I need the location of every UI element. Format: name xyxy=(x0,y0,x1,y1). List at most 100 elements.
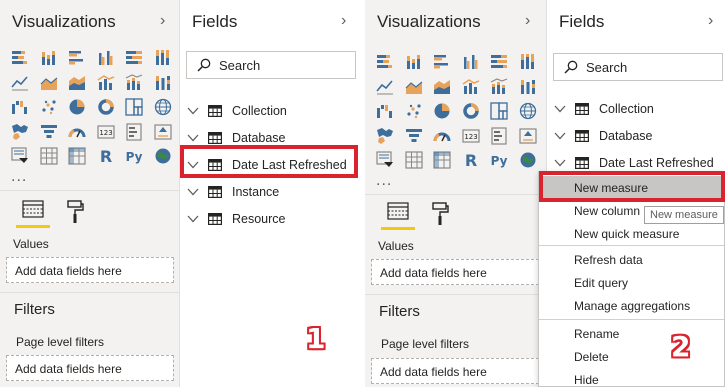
clustered-bar-chart-icon[interactable] xyxy=(432,52,452,72)
100-stacked-column-chart-icon[interactable] xyxy=(153,48,173,68)
donut-chart-icon[interactable] xyxy=(96,97,116,117)
table-visual-icon[interactable] xyxy=(39,146,59,166)
scatter-chart-icon[interactable] xyxy=(404,101,424,121)
ribbon-chart-icon[interactable] xyxy=(518,77,538,97)
line-and-stacked-column-chart-icon[interactable] xyxy=(489,77,509,97)
table-row[interactable]: Database xyxy=(553,122,725,149)
stacked-bar-chart-icon[interactable] xyxy=(10,48,30,68)
pie-chart-icon[interactable] xyxy=(67,97,87,117)
values-label: Values xyxy=(13,237,49,251)
multi-row-card-icon[interactable] xyxy=(489,126,509,146)
clustered-column-chart-icon[interactable] xyxy=(96,48,116,68)
stacked-bar-chart-icon[interactable] xyxy=(375,52,395,72)
clustered-bar-chart-icon[interactable] xyxy=(67,48,87,68)
context-menu-item-hide[interactable]: Hide xyxy=(539,368,724,387)
expand-toggle[interactable] xyxy=(553,105,567,113)
search-input[interactable]: Search xyxy=(186,51,356,79)
card-icon[interactable]: 123 xyxy=(96,122,116,142)
collapse-chevron-icon[interactable]: › xyxy=(525,12,530,30)
funnel-icon[interactable] xyxy=(39,122,59,142)
search-placeholder: Search xyxy=(586,59,628,75)
table-row[interactable]: Collection xyxy=(553,95,725,122)
python-visual-icon[interactable]: Py xyxy=(489,150,509,170)
collapse-chevron-icon[interactable]: › xyxy=(341,12,346,30)
search-input[interactable]: Search xyxy=(553,53,723,81)
stacked-column-chart-icon[interactable] xyxy=(404,52,424,72)
fields-tab[interactable] xyxy=(16,200,50,228)
expand-toggle[interactable] xyxy=(186,107,200,115)
table-row[interactable]: Instance xyxy=(186,178,358,205)
ribbon-chart-icon[interactable] xyxy=(153,73,173,93)
line-and-stacked-column-chart-icon[interactable] xyxy=(124,73,144,93)
fields-tab[interactable] xyxy=(381,202,415,230)
context-menu-item-delete[interactable]: Delete xyxy=(539,345,724,368)
line-chart-icon[interactable] xyxy=(10,73,30,93)
expand-toggle[interactable] xyxy=(553,159,567,167)
slicer-icon[interactable] xyxy=(10,146,30,166)
more-visuals-button[interactable]: ... xyxy=(376,172,392,190)
table-row[interactable]: Collection xyxy=(186,97,358,124)
values-drop-zone[interactable]: Add data fields here xyxy=(6,257,174,283)
treemap-icon[interactable] xyxy=(489,101,509,121)
table-visual-icon[interactable] xyxy=(404,150,424,170)
arcgis-map-icon[interactable] xyxy=(518,150,538,170)
page-filters-drop-zone[interactable]: Add data fields here xyxy=(6,355,174,381)
pie-chart-icon[interactable] xyxy=(432,101,452,121)
values-drop-zone[interactable]: Add data fields here xyxy=(371,259,539,285)
format-tab[interactable] xyxy=(62,200,88,226)
gauge-icon[interactable] xyxy=(432,126,452,146)
r-script-visual-icon[interactable]: R xyxy=(96,146,116,166)
area-chart-icon[interactable] xyxy=(404,77,424,97)
context-menu-item-manage-aggregations[interactable]: Manage aggregations xyxy=(539,294,724,317)
100-stacked-bar-chart-icon[interactable] xyxy=(124,48,144,68)
step-number: 1 xyxy=(306,322,326,355)
stacked-area-chart-icon[interactable] xyxy=(432,77,452,97)
treemap-icon[interactable] xyxy=(124,97,144,117)
expand-toggle[interactable] xyxy=(553,132,567,140)
arcgis-map-icon[interactable] xyxy=(153,146,173,166)
funnel-icon[interactable] xyxy=(404,126,424,146)
100-stacked-column-chart-icon[interactable] xyxy=(518,52,538,72)
kpi-icon[interactable] xyxy=(153,122,173,142)
expand-toggle[interactable] xyxy=(186,188,200,196)
kpi-icon[interactable] xyxy=(518,126,538,146)
context-menu-item-new-quick-measure[interactable]: New quick measure xyxy=(539,222,724,245)
line-and-column-chart-icon[interactable] xyxy=(461,77,481,97)
stacked-area-chart-icon[interactable] xyxy=(67,73,87,93)
context-menu-item-rename[interactable]: Rename xyxy=(539,322,724,345)
expand-toggle[interactable] xyxy=(186,134,200,142)
more-visuals-button[interactable]: ... xyxy=(11,168,27,186)
map-icon[interactable] xyxy=(153,97,173,117)
page-filters-drop-zone[interactable]: Add data fields here xyxy=(371,358,539,384)
collapse-chevron-icon[interactable]: › xyxy=(708,12,713,30)
map-icon[interactable] xyxy=(518,101,538,121)
chevron-down-icon xyxy=(554,132,566,139)
waterfall-chart-icon[interactable] xyxy=(10,97,30,117)
python-visual-icon[interactable]: Py xyxy=(124,146,144,166)
multi-row-card-icon[interactable] xyxy=(124,122,144,142)
expand-toggle[interactable] xyxy=(186,215,200,223)
collapse-chevron-icon[interactable]: › xyxy=(160,12,165,30)
area-chart-icon[interactable] xyxy=(39,73,59,93)
line-and-column-chart-icon[interactable] xyxy=(96,73,116,93)
donut-chart-icon[interactable] xyxy=(461,101,481,121)
gauge-icon[interactable] xyxy=(67,122,87,142)
waterfall-chart-icon[interactable] xyxy=(375,101,395,121)
filled-map-icon[interactable] xyxy=(10,122,30,142)
context-menu-item-refresh-data[interactable]: Refresh data xyxy=(539,248,724,271)
clustered-column-chart-icon[interactable] xyxy=(461,52,481,72)
paint-roller-icon xyxy=(432,202,449,225)
100-stacked-bar-chart-icon[interactable] xyxy=(489,52,509,72)
stacked-column-chart-icon[interactable] xyxy=(39,48,59,68)
r-script-visual-icon[interactable]: R xyxy=(461,150,481,170)
slicer-icon[interactable] xyxy=(375,150,395,170)
matrix-icon[interactable] xyxy=(67,146,87,166)
line-chart-icon[interactable] xyxy=(375,77,395,97)
context-menu-item-edit-query[interactable]: Edit query xyxy=(539,271,724,294)
table-row[interactable]: Resource xyxy=(186,205,358,232)
scatter-chart-icon[interactable] xyxy=(39,97,59,117)
card-icon[interactable]: 123 xyxy=(461,126,481,146)
filled-map-icon[interactable] xyxy=(375,126,395,146)
matrix-icon[interactable] xyxy=(432,150,452,170)
format-tab[interactable] xyxy=(427,202,453,228)
